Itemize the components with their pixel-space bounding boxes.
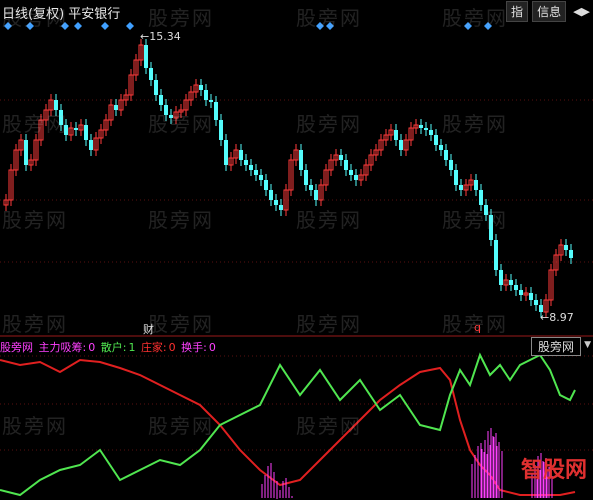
watermark: 股旁网 bbox=[148, 414, 214, 438]
watermark: 股旁网 bbox=[2, 414, 68, 438]
dropdown-icon[interactable]: ▼ bbox=[584, 340, 591, 350]
watermark: 股旁网 bbox=[296, 112, 362, 136]
high-price-marker: ←15.34 bbox=[140, 30, 181, 43]
event-marker[interactable]: q bbox=[474, 321, 481, 334]
main-label: 主力吸筹: bbox=[38, 341, 87, 354]
signal-diamond bbox=[101, 22, 109, 30]
candle-body bbox=[74, 128, 78, 130]
candle-body bbox=[309, 185, 313, 190]
watermark: 股旁网 bbox=[148, 112, 214, 136]
watermark: 股旁网 bbox=[2, 312, 68, 336]
candle-body bbox=[439, 145, 443, 150]
candle-body bbox=[244, 160, 248, 165]
candle-body bbox=[299, 150, 303, 170]
dealer-line bbox=[0, 358, 576, 496]
candle-body bbox=[429, 130, 433, 135]
candle-body bbox=[509, 280, 513, 285]
candle-body bbox=[274, 200, 278, 205]
candle-body bbox=[24, 140, 28, 165]
main-value: 0 bbox=[88, 341, 96, 354]
candle-body bbox=[354, 175, 358, 180]
site-logo: 智股网 bbox=[520, 458, 587, 483]
candle-body bbox=[474, 180, 478, 190]
candle-body bbox=[254, 170, 258, 175]
candle-body bbox=[349, 170, 353, 175]
candle-body bbox=[479, 190, 483, 205]
candle-body bbox=[259, 175, 263, 180]
candle-body bbox=[569, 250, 573, 258]
candle-body bbox=[149, 68, 153, 80]
candle-body bbox=[314, 190, 318, 200]
candle-body bbox=[159, 95, 163, 105]
candle-body bbox=[279, 205, 283, 210]
candle-body bbox=[529, 293, 533, 300]
retail-label: 散户: bbox=[100, 341, 127, 354]
candle-body bbox=[344, 160, 348, 170]
watermark: 股旁网 bbox=[148, 208, 214, 232]
dealer-label: 庄家: bbox=[140, 341, 167, 354]
candle-body bbox=[264, 180, 268, 190]
candle-body bbox=[304, 170, 308, 185]
candle-body bbox=[204, 90, 208, 100]
watermark: 股旁网 bbox=[2, 112, 68, 136]
candle-body bbox=[534, 300, 538, 305]
watermark: 股旁网 bbox=[296, 312, 362, 336]
watermark: 股旁网 bbox=[148, 312, 214, 336]
candle-body bbox=[249, 165, 253, 170]
candle-body bbox=[564, 245, 568, 250]
candle-body bbox=[449, 160, 453, 170]
indicator-tab[interactable]: 股旁网 bbox=[530, 337, 581, 356]
signal-diamond bbox=[126, 22, 134, 30]
candle-body bbox=[84, 125, 88, 140]
candle-body bbox=[399, 140, 403, 150]
dealer-value: 0 bbox=[168, 341, 176, 354]
finance-marker[interactable]: 财 bbox=[143, 321, 154, 337]
watermark: 股旁网 bbox=[442, 208, 508, 232]
retail-value: 1 bbox=[128, 341, 136, 354]
signal-diamond bbox=[74, 22, 82, 30]
watermark: 股旁网 bbox=[296, 6, 362, 30]
watermark: 股旁网 bbox=[296, 414, 362, 438]
indicator-header: 股旁网 主力吸筹: 0 散户: 1 庄家: 0 换手: 0 bbox=[0, 339, 593, 355]
candle-body bbox=[219, 120, 223, 140]
indicator-name: 股旁网 bbox=[0, 341, 33, 354]
candle-body bbox=[154, 80, 158, 95]
candle-body bbox=[114, 105, 118, 110]
watermark: 股旁网 bbox=[442, 6, 508, 30]
turnover-label: 换手: bbox=[181, 341, 207, 354]
candle-body bbox=[424, 128, 428, 130]
watermark: 股旁网 bbox=[2, 6, 68, 30]
candle-body bbox=[239, 150, 243, 160]
candle-body bbox=[339, 155, 343, 160]
candle-body bbox=[224, 140, 228, 165]
turnover-value: 0 bbox=[208, 341, 216, 354]
candle-body bbox=[89, 140, 93, 150]
low-price-marker: ←8.97 bbox=[540, 311, 574, 324]
candle-body bbox=[144, 45, 148, 68]
candle-body bbox=[454, 170, 458, 185]
watermark: 股旁网 bbox=[148, 6, 214, 30]
watermark: 股旁网 bbox=[2, 208, 68, 232]
candle-body bbox=[419, 125, 423, 128]
watermark: 股旁网 bbox=[442, 112, 508, 136]
candle-body bbox=[209, 100, 213, 102]
candle-body bbox=[214, 102, 218, 120]
watermark: 股旁网 bbox=[296, 208, 362, 232]
candle-body bbox=[269, 190, 273, 200]
candle-body bbox=[459, 185, 463, 190]
candle-body bbox=[514, 285, 518, 290]
candle-body bbox=[199, 85, 203, 90]
low-price-label: 8.97 bbox=[549, 311, 574, 324]
candle-body bbox=[519, 290, 523, 295]
candle-body bbox=[434, 135, 438, 145]
candle-body bbox=[394, 130, 398, 140]
high-price-label: 15.34 bbox=[149, 30, 181, 43]
candle-body bbox=[444, 150, 448, 160]
candle-body bbox=[499, 270, 503, 285]
candle-body bbox=[494, 240, 498, 270]
